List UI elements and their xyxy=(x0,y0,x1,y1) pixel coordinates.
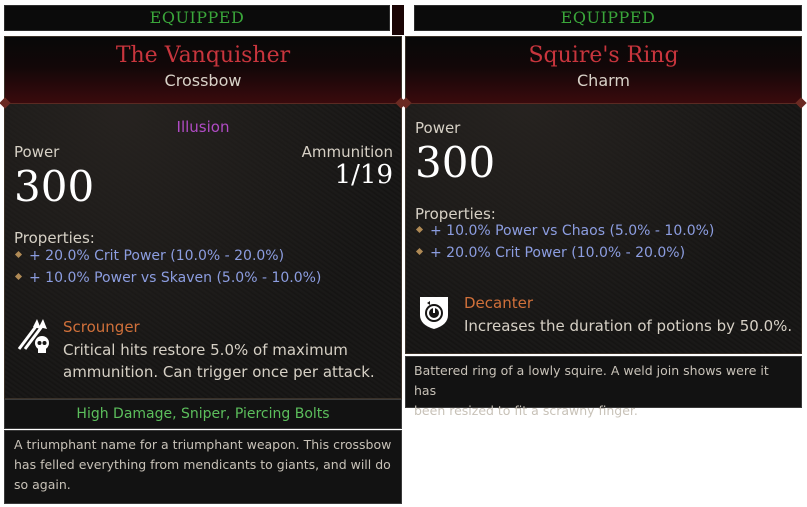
flavor-line-right-2: been resized to fit a scrawny finger. xyxy=(414,403,638,418)
item-type-left: Crossbow xyxy=(164,71,242,90)
flavor-line-left-3: so again. xyxy=(14,477,71,492)
keywords-bar: High Damage, Sniper, Piercing Bolts xyxy=(4,399,402,429)
item-title-right: Squire's Ring xyxy=(528,43,679,68)
tooltip-header-left: The Vanquisher Crossbow xyxy=(0,37,407,109)
illusion-tag: Illusion xyxy=(176,118,230,136)
decanter-icon xyxy=(416,293,452,331)
power-label-left: Power xyxy=(14,143,60,161)
power-value-right: 300 xyxy=(415,138,496,187)
property-right-2: + 20.0% Crit Power (10.0% - 20.0%) xyxy=(415,245,686,261)
equipped-banner-left: EQUIPPED xyxy=(4,5,390,31)
equipped-banner-right: EQUIPPED xyxy=(414,5,802,31)
tooltip-card-right: Squire's Ring Charm Power 300 Properties… xyxy=(400,36,807,354)
property-text: + 10.0% Power vs Skaven (5.0% - 10.0%) xyxy=(29,270,322,286)
diamond-icon xyxy=(14,272,23,280)
ornament-left-a xyxy=(0,97,11,109)
power-value-left: 300 xyxy=(14,162,95,211)
tooltip-card-left: The Vanquisher Crossbow Illusion Power 3… xyxy=(0,36,407,399)
power-label-right: Power xyxy=(415,119,461,137)
tooltip-header-right: Squire's Ring Charm xyxy=(400,37,807,109)
ammo-value: 1/19 xyxy=(334,160,393,190)
item-type-right: Charm xyxy=(577,71,630,90)
ammo-label: Ammunition xyxy=(301,143,393,161)
equipped-label-left: EQUIPPED xyxy=(149,8,245,27)
flavor-box-right: Battered ring of a lowly squire. A weld … xyxy=(405,356,802,418)
property-text: + 20.0% Crit Power (10.0% - 20.0%) xyxy=(29,248,285,264)
trait-name-right: Decanter xyxy=(464,294,534,312)
diamond-icon xyxy=(415,247,424,255)
keywords-text: High Damage, Sniper, Piercing Bolts xyxy=(76,406,330,422)
flavor-line-left-2: has felled everything from mendicants to… xyxy=(14,457,391,472)
properties-label-left: Properties: xyxy=(14,229,95,247)
diamond-icon xyxy=(14,250,23,258)
trait-name-left: Scrounger xyxy=(63,318,140,336)
scrounger-icon xyxy=(15,315,51,355)
diamond-icon xyxy=(415,225,424,233)
property-text: + 10.0% Power vs Chaos (5.0% - 10.0%) xyxy=(430,223,715,239)
trait-desc-left-2: ammunition. Can trigger once per attack. xyxy=(63,363,375,381)
divider-strip xyxy=(392,5,404,35)
flavor-line-left-1: A triumphant name for a triumphant weapo… xyxy=(14,437,392,452)
item-title-left: The Vanquisher xyxy=(115,43,291,68)
property-right-1: + 10.0% Power vs Chaos (5.0% - 10.0%) xyxy=(415,223,715,239)
property-left-2: + 10.0% Power vs Skaven (5.0% - 10.0%) xyxy=(14,270,322,286)
properties-label-right: Properties: xyxy=(415,205,496,223)
property-left-1: + 20.0% Crit Power (10.0% - 20.0%) xyxy=(14,248,285,264)
flavor-line-right-1: Battered ring of a lowly squire. A weld … xyxy=(414,363,769,398)
ornament-right-b xyxy=(795,97,807,109)
flavor-box-left: A triumphant name for a triumphant weapo… xyxy=(4,430,402,504)
trait-desc-right-1: Increases the duration of potions by 50.… xyxy=(464,317,793,335)
equipped-label-right: EQUIPPED xyxy=(560,8,656,27)
property-text: + 20.0% Crit Power (10.0% - 20.0%) xyxy=(430,245,686,261)
trait-desc-left-1: Critical hits restore 5.0% of maximum xyxy=(63,341,348,359)
